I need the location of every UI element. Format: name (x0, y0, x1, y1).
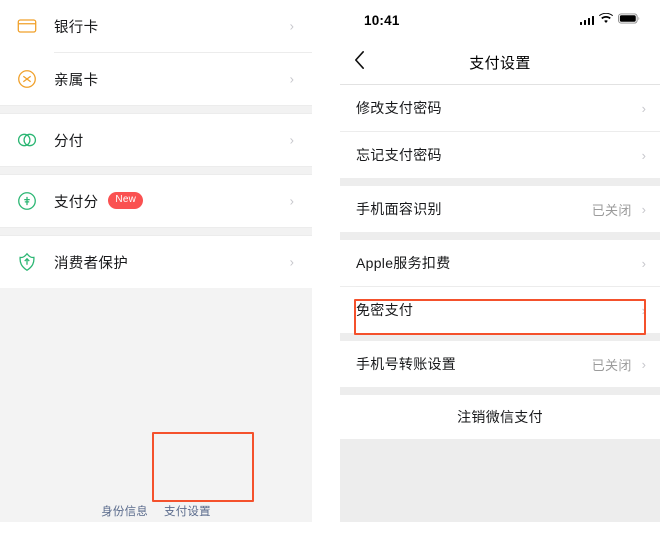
payment-settings-phone-screen: 10:41 (340, 0, 660, 539)
fuqianfen-icon (14, 188, 40, 214)
wifi-icon (599, 11, 613, 29)
row-face-recognition[interactable]: 手机面容识别 已关闭 › (340, 186, 660, 232)
sidebar-item-family-card[interactable]: 亲属卡 › (0, 53, 312, 105)
signal-bars-icon (580, 15, 595, 25)
section-divider (340, 387, 660, 395)
row-password-free-payment[interactable]: 免密支付 › (340, 287, 660, 333)
row-change-payment-password[interactable]: 修改支付密码 › (340, 85, 660, 131)
bank-card-icon (14, 13, 40, 39)
section-divider (340, 232, 660, 240)
chevron-right-icon: › (290, 19, 294, 34)
battery-icon (618, 11, 640, 29)
section-divider (0, 105, 312, 114)
sidebar-item-label: 分付 (54, 130, 84, 151)
chevron-right-icon: › (642, 256, 646, 271)
row-label: 免密支付 (356, 300, 642, 320)
section-divider (0, 166, 312, 175)
settings-group-deductions: Apple服务扣费 › 免密支付 › (340, 240, 660, 333)
chevron-left-icon[interactable] (354, 51, 365, 74)
chevron-right-icon: › (290, 133, 294, 148)
right-bottom-strip (340, 522, 660, 539)
settings-group-phone-transfer: 手机号转账设置 已关闭 › (340, 341, 660, 387)
chevron-right-icon: › (642, 202, 646, 217)
row-label: Apple服务扣费 (356, 253, 642, 273)
left-bottom-strip (0, 522, 312, 539)
section-divider (340, 333, 660, 341)
row-label: 忘记支付密码 (356, 145, 642, 165)
sidebar-item-label: 消费者保护 (54, 252, 128, 273)
row-label: 手机号转账设置 (356, 354, 592, 374)
row-label: 手机面容识别 (356, 199, 592, 219)
sidebar-item-fenfu[interactable]: 分付 › (0, 114, 312, 166)
status-indicators (580, 11, 641, 29)
chevron-right-icon: › (642, 303, 646, 318)
status-time: 10:41 (364, 13, 400, 28)
sidebar-item-consumer-protection[interactable]: 消费者保护 › (0, 236, 312, 288)
settings-group-password: 修改支付密码 › 忘记支付密码 › (340, 85, 660, 178)
link-payment-settings[interactable]: 支付设置 (164, 503, 211, 519)
row-forgot-payment-password[interactable]: 忘记支付密码 › (340, 132, 660, 178)
chevron-right-icon: › (642, 357, 646, 372)
section-divider (340, 178, 660, 186)
settings-group-faceid: 手机面容识别 已关闭 › (340, 186, 660, 232)
status-badge: New (108, 192, 143, 209)
row-value: 已关闭 (592, 200, 632, 219)
wechat-pay-settings-list-panel: 银行卡 › 亲属卡 › 分付 › (0, 0, 312, 539)
section-divider (0, 227, 312, 236)
nav-bar: 支付设置 (340, 40, 660, 85)
row-label: 修改支付密码 (356, 98, 642, 118)
link-identity-info[interactable]: 身份信息 (101, 503, 148, 519)
fenfu-icon (14, 127, 40, 153)
family-card-icon (14, 66, 40, 92)
chevron-right-icon: › (290, 194, 294, 209)
chevron-right-icon: › (290, 72, 294, 87)
status-bar: 10:41 (340, 0, 660, 40)
sidebar-item-label: 亲属卡 (54, 69, 98, 90)
row-value: 已关闭 (592, 355, 632, 374)
chevron-right-icon: › (290, 255, 294, 270)
row-apple-service-deduction[interactable]: Apple服务扣费 › (340, 240, 660, 286)
chevron-right-icon: › (642, 148, 646, 163)
consumer-protection-icon (14, 249, 40, 275)
sidebar-item-label: 银行卡 (54, 16, 98, 37)
row-logout-wechat-pay[interactable]: 注销微信支付 (340, 395, 660, 439)
row-phone-transfer-settings[interactable]: 手机号转账设置 已关闭 › (340, 341, 660, 387)
page-title: 支付设置 (469, 52, 531, 73)
sidebar-item-bank-card[interactable]: 银行卡 › (0, 0, 312, 52)
row-label: 注销微信支付 (457, 407, 543, 427)
sidebar-item-payment-score[interactable]: 支付分 New › (0, 175, 312, 227)
sidebar-item-label: 支付分 (54, 191, 98, 212)
chevron-right-icon: › (642, 101, 646, 116)
